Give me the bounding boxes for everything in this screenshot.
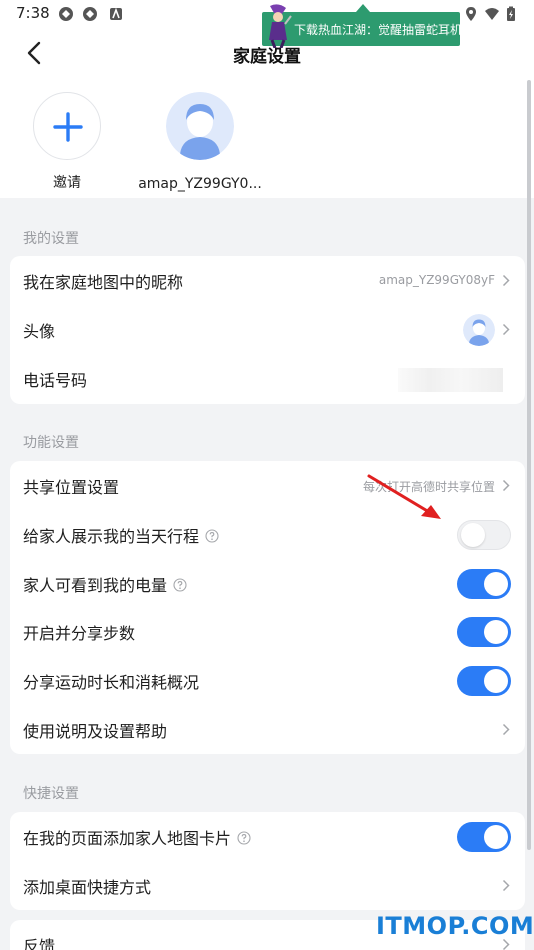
help-icon[interactable]: [237, 831, 251, 845]
avatar[interactable]: [166, 92, 234, 160]
nickname-value: amap_YZ99GY08yF: [378, 273, 495, 287]
annotation-arrow-icon: [367, 474, 441, 519]
game-character-icon: [269, 4, 292, 48]
family-map-card-row: 在我的页面添加家人地图卡片: [10, 812, 525, 860]
battery-visible-label: 家人可看到我的电量: [23, 572, 187, 596]
show-itinerary-label: 给家人展示我的当天行程: [23, 523, 219, 547]
nickname-label: 我在家庭地图中的昵称: [23, 273, 184, 292]
family-map-card-label: 在我的页面添加家人地图卡片: [23, 825, 251, 849]
share-steps-label: 开启并分享步数: [23, 624, 136, 643]
invite-circle[interactable]: [33, 92, 101, 160]
show-itinerary-text: 给家人展示我的当天行程: [23, 527, 200, 546]
status-time: 7:38: [16, 4, 50, 22]
help-guide-label: 使用说明及设置帮助: [23, 722, 168, 741]
battery-visible-row: 家人可看到我的电量: [10, 559, 525, 607]
share-exercise-toggle[interactable]: [457, 666, 511, 696]
section-title-my-settings: 我的设置: [23, 231, 79, 247]
ad-banner-text: 下载热血江湖：觉醒抽雷蛇耳机: [294, 23, 463, 37]
toggle-knob: [484, 669, 508, 693]
toggle-knob: [484, 572, 508, 596]
ad-banner[interactable]: 下载热血江湖：觉醒抽雷蛇耳机: [262, 4, 463, 48]
header: 家庭设置 邀请 amap_YZ99GY0...: [0, 28, 534, 198]
app-notification-icon: [110, 7, 122, 20]
avatar-label: 头像: [23, 322, 56, 341]
my-settings-card: 我在家庭地图中的昵称 amap_YZ99GY08yF 头像 电话号码: [10, 256, 525, 404]
chevron-right-icon: [502, 274, 510, 287]
chevron-right-icon: [502, 479, 510, 492]
section-title-shortcut-settings: 快捷设置: [23, 786, 79, 802]
chevron-right-icon: [502, 879, 510, 892]
toggle-knob: [461, 523, 485, 547]
battery-icon: [507, 6, 515, 21]
chevron-right-icon: [502, 323, 510, 336]
help-icon[interactable]: [173, 578, 187, 592]
share-location-label: 共享位置设置: [23, 478, 120, 497]
nickname-row[interactable]: 我在家庭地图中的昵称 amap_YZ99GY08yF: [10, 256, 525, 304]
toggle-knob: [484, 825, 508, 849]
share-steps-row: 开启并分享步数: [10, 607, 525, 655]
banner-pointer: [356, 4, 370, 12]
watermark-text: ITMOP.COM: [376, 912, 534, 940]
section-title-function-settings: 功能设置: [23, 435, 79, 451]
app-notification-icon: [59, 7, 73, 21]
invite-member-button[interactable]: 邀请: [0, 92, 142, 192]
wifi-icon: [485, 8, 499, 20]
help-icon[interactable]: [205, 529, 219, 543]
share-exercise-label: 分享运动时长和消耗概况: [23, 673, 200, 692]
share-exercise-row: 分享运动时长和消耗概况: [10, 656, 525, 704]
show-itinerary-row: 给家人展示我的当天行程: [10, 510, 525, 558]
phone-row[interactable]: 电话号码: [10, 354, 525, 402]
show-itinerary-toggle[interactable]: [457, 520, 511, 550]
location-icon: [466, 7, 476, 21]
feedback-label: 反馈: [23, 937, 56, 950]
invite-label: 邀请: [53, 175, 81, 191]
desktop-shortcut-row[interactable]: 添加桌面快捷方式: [10, 861, 525, 909]
plus-icon: [53, 112, 83, 142]
battery-visible-toggle[interactable]: [457, 569, 511, 599]
shortcut-settings-card: 在我的页面添加家人地图卡片 添加桌面快捷方式: [10, 812, 525, 910]
app-notification-icon: [83, 7, 97, 21]
share-location-row[interactable]: 共享位置设置 每次打开高德时共享位置: [10, 461, 525, 509]
function-settings-card: 共享位置设置 每次打开高德时共享位置 给家人展示我的当天行程 家人可看到我的电量…: [10, 461, 525, 754]
phone-label: 电话号码: [23, 371, 88, 390]
member-avatar-item[interactable]: amap_YZ99GY0...: [125, 92, 275, 192]
phone-number-masked: [398, 368, 503, 392]
desktop-shortcut-label: 添加桌面快捷方式: [23, 878, 152, 897]
avatar-row[interactable]: 头像: [10, 305, 525, 353]
share-steps-toggle[interactable]: [457, 617, 511, 647]
toggle-knob: [484, 620, 508, 644]
avatar: [463, 314, 495, 346]
chevron-right-icon: [502, 723, 510, 736]
scrollbar[interactable]: [527, 80, 531, 850]
family-map-card-text: 在我的页面添加家人地图卡片: [23, 829, 232, 848]
battery-visible-text: 家人可看到我的电量: [23, 576, 168, 595]
member-name: amap_YZ99GY0...: [138, 176, 262, 192]
help-guide-row[interactable]: 使用说明及设置帮助: [10, 705, 525, 753]
family-map-card-toggle[interactable]: [457, 822, 511, 852]
